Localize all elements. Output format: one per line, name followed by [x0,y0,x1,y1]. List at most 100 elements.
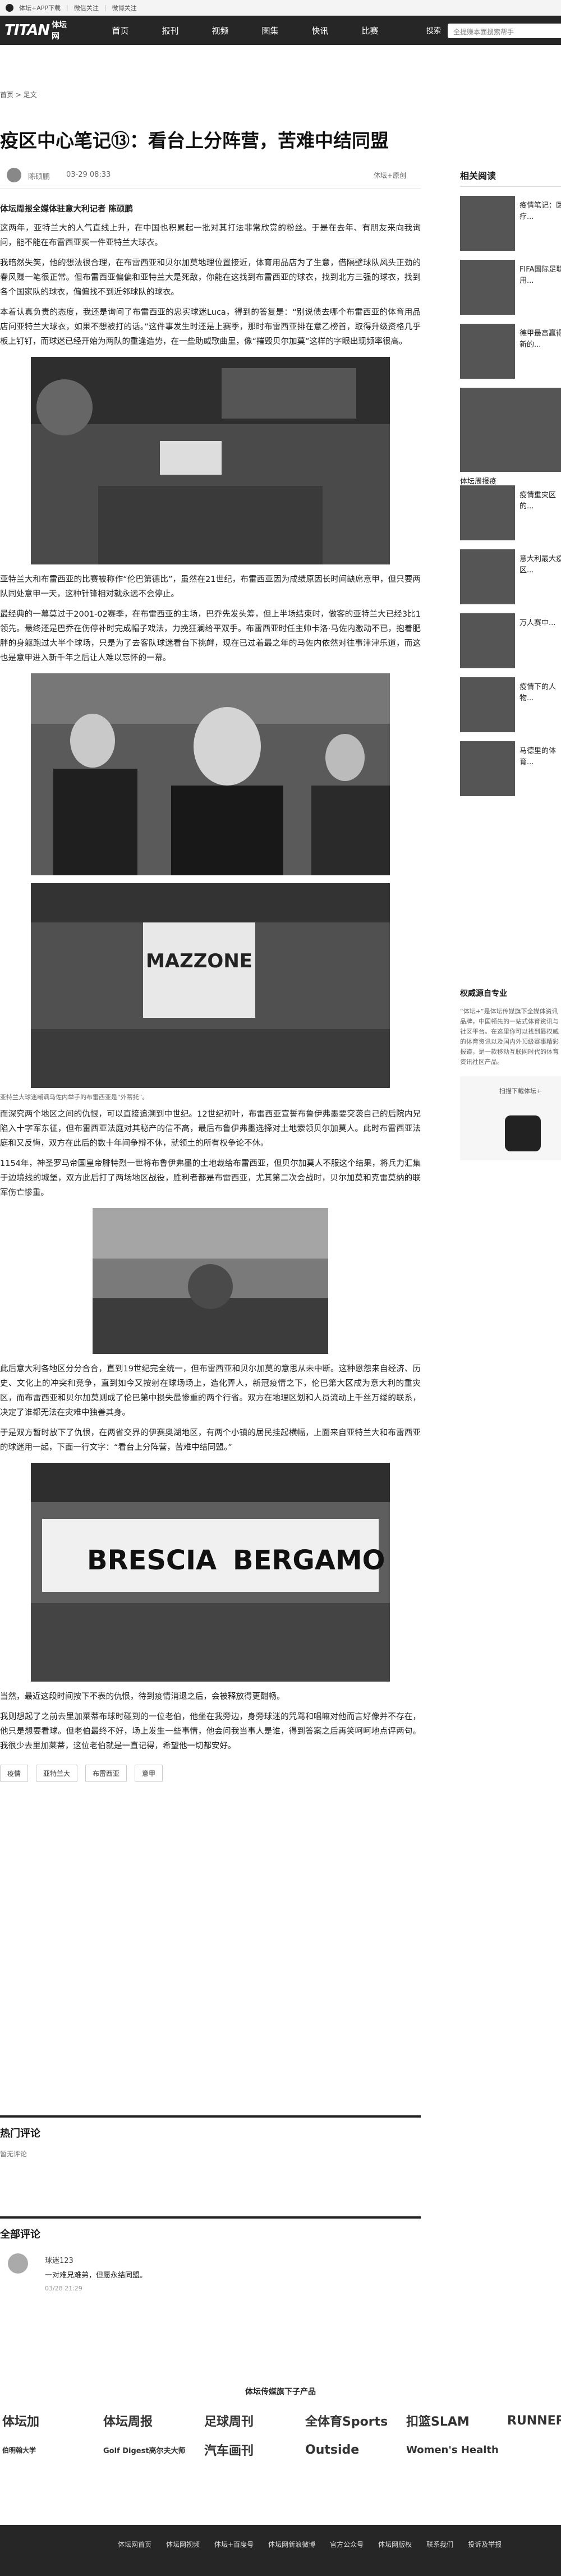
article-photo-banner: MAZZONE [31,883,390,1088]
related-item-title[interactable]: FIFA国际足联用... [519,264,561,309]
weibo-follow-link[interactable]: 微博关注 [112,3,136,12]
related-item[interactable]: 体坛周报疫情... [460,388,561,497]
footer-link[interactable]: 体坛网新浪微博 [268,2540,315,2549]
comment-time: 03/28 21:29 [45,2285,82,2292]
nav-newspapers[interactable]: 报刊 [145,25,195,36]
search-label: 搜索 [426,27,442,35]
footer-link[interactable]: 投诉及举报 [468,2540,502,2549]
brand-grid: 体坛加 体坛周报 足球周刊 全体育Sports 扣篮SLAM RUNNER 伯明… [0,2406,561,2464]
article-meta: 陈硕鹏 03-29 08:33 体坛+原创 [0,166,421,189]
comment-text: 一对难兄难弟，但愿永结同盟。 [45,2271,148,2280]
site-logo[interactable]: TITAN 体坛网 [0,16,67,45]
related-thumbnail[interactable] [460,260,515,315]
article-lead: 体坛周报全媒体驻意大利记者 陈硕鹏 [0,205,134,214]
paragraph: 而深究两个地区之间的仇恨，可以直接追溯到中世纪。12世纪初叶，布雷西亚宣誓布鲁伊… [0,1110,421,1148]
all-comments-title: 全部评论 [0,2229,40,2240]
brand-logo[interactable]: Women's Health [404,2435,505,2464]
paragraph: 这两年，亚特兰大的人气直线上升，在中国也积累起一批对其打法非常欣赏的粉丝。于是在… [0,224,421,247]
tag-item[interactable]: 亚特兰大 [36,1765,78,1782]
commenter-avatar[interactable] [8,2253,28,2274]
related-item[interactable]: 马德里的体育... [460,741,561,797]
related-item-title[interactable]: 意大利最大疫区... [519,554,561,599]
paragraph: 亚特兰大和布雷西亚的比赛被称作“伦巴第德比”，虽然在21世纪，布雷西亚因为成绩原… [0,575,421,599]
brand-logo[interactable]: 扣篮SLAM [404,2406,505,2435]
article-body: 体坛周报全媒体驻意大利记者 陈硕鹏 这两年，亚特兰大的人气直线上升，在中国也积累… [0,202,421,1782]
author-name[interactable]: 陈硕鹏 [28,171,50,181]
related-item-title[interactable]: 疫情重灾区的... [519,490,561,535]
brand-logo[interactable]: 足球周刊 [202,2406,303,2435]
fans-photo-illustration [31,357,390,564]
footer-link[interactable]: 官方公众号 [330,2540,364,2549]
brand-logo[interactable]: 全体育Sports [303,2406,404,2435]
brand-logo[interactable]: 汽车画刊 [202,2435,303,2464]
logo-text: TITAN [4,22,50,39]
brand-logo[interactable]: 体坛周报 [101,2406,202,2435]
download-label: 扫描下载体坛+ [499,1087,542,1095]
nav-gallery[interactable]: 图集 [245,25,295,36]
brand-logo[interactable]: Golf Digest高尔夫大师 [101,2435,202,2464]
tag-item[interactable]: 意甲 [135,1765,163,1782]
site-footer: 体坛网首页 体坛网视频 体坛+百度号 体坛网新浪微博 官方公众号 体坛网版权 联… [0,2525,561,2576]
footer-link[interactable]: 体坛网首页 [118,2540,151,2549]
footer-link[interactable]: 体坛网版权 [378,2540,412,2549]
divider: | [104,4,107,11]
search-input[interactable]: 全提赚本面搜索帮手 [448,24,561,38]
related-thumbnail[interactable] [460,613,515,668]
related-reading: 相关阅读 疫情笔记：医疗... FIFA国际足联用... 德甲最高赢得新的...… [460,168,561,805]
related-thumbnail[interactable] [460,196,515,251]
related-item[interactable]: 万人赛中... [460,613,561,669]
promo-panel: 权威源自专业 “体坛+”是体坛传媒旗下全媒体资讯品牌，中国领先的一站式体育资讯与… [460,988,561,1160]
brand-logo[interactable]: 伯明翰大学 [0,2435,101,2464]
app-download-link[interactable]: 体坛+APP下载 [19,3,61,12]
tag-list: 疫情 亚特兰大 布雷西亚 意甲 [0,1765,421,1782]
tag-item[interactable]: 布雷西亚 [85,1765,127,1782]
related-item-title[interactable]: 万人赛中... [519,618,561,663]
related-thumbnail[interactable] [460,324,515,379]
footer-link[interactable]: 联系我们 [426,2540,453,2549]
brand-logo[interactable]: Outside [303,2435,404,2464]
brand-logo[interactable]: 体坛加 [0,2406,101,2435]
comment-item: 球迷123 一对难兄难弟，但愿永结同盟。 03/28 21:29 [0,2250,421,2317]
related-thumbnail[interactable] [460,741,515,796]
hot-comments-title: 热门评论 [0,2128,40,2139]
wechat-follow-link[interactable]: 微信关注 [74,3,99,12]
publish-date: 03-29 08:33 [66,171,111,179]
related-item[interactable]: 德甲最高赢得新的... [460,324,561,380]
logo-subtext: 体坛网 [52,21,67,41]
footer-links: 体坛网首页 体坛网视频 体坛+百度号 体坛网新浪微博 官方公众号 体坛网版权 联… [118,2540,502,2549]
paragraph: 我则想起了之前去里加莱蒂布球时碰到的一位老伯，他坐在我旁边，身旁球迷的咒骂和唱嘛… [0,1712,421,1751]
author-avatar[interactable] [7,168,21,182]
related-item[interactable]: FIFA国际足联用... [460,260,561,316]
related-item[interactable]: 疫情下的人物... [460,677,561,733]
related-thumbnail[interactable] [460,677,515,732]
related-item[interactable]: 意大利最大疫区... [460,549,561,605]
commenter-name[interactable]: 球迷123 [45,2254,73,2265]
tag-item[interactable]: 疫情 [0,1765,29,1782]
related-item-title[interactable]: 德甲最高赢得新的... [519,328,561,373]
paragraph: 于是双方暂时放下了仇恨，在两省交界的伊赛奥湖地区，有两个小镇的居民挂起横幅，上面… [0,1429,421,1452]
related-item[interactable]: 疫情重灾区的... [460,485,561,541]
nav-video[interactable]: 视频 [195,25,245,36]
breadcrumb[interactable]: 首页 > 足文 [0,90,37,99]
related-item-title[interactable]: 疫情下的人物... [519,682,561,727]
nav-matches[interactable]: 比赛 [345,25,395,36]
footer-link[interactable]: 体坛网视频 [166,2540,200,2549]
related-item-title[interactable]: 马德里的体育... [519,746,561,791]
related-thumbnail[interactable] [460,549,515,604]
nav-home[interactable]: 首页 [95,25,145,36]
related-thumbnail[interactable] [460,388,561,472]
related-thumbnail[interactable] [460,485,515,540]
related-title: 相关阅读 [460,168,561,187]
paragraph: 本着认真负责的态度，我还是询问了布雷西亚的忠实球迷Luca，得到的答复是：“别说… [0,308,421,346]
related-item[interactable]: 疫情笔记：医疗... [460,196,561,252]
all-comments-section: 全部评论 球迷123 一对难兄难弟，但愿永结同盟。 03/28 21:29 [0,2216,421,2317]
footer-link[interactable]: 体坛+百度号 [214,2540,254,2549]
app-download-box[interactable]: 扫描下载体坛+ [460,1076,561,1160]
brand-logo[interactable]: RUNNER [505,2406,561,2435]
brand-logo[interactable] [505,2435,561,2464]
related-item-title[interactable]: 疫情笔记：医疗... [519,200,561,245]
banner-illustration: BRESCIA BERGAMO [31,1463,390,1682]
nav-flash[interactable]: 快讯 [295,25,345,36]
app-qr-logo[interactable] [505,1115,541,1151]
svg-text:BERGAMO: BERGAMO [233,1545,385,1576]
